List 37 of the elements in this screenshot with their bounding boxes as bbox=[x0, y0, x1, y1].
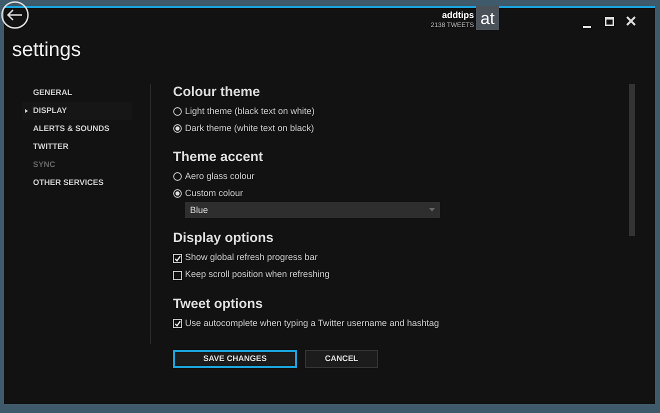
section-heading: Theme accent bbox=[173, 149, 264, 166]
minimize-icon bbox=[583, 26, 591, 28]
page-title: settings bbox=[12, 40, 82, 60]
option-label: Keep scroll position when refreshing bbox=[185, 268, 330, 282]
radio-button[interactable] bbox=[173, 172, 182, 182]
sidebar-item[interactable]: OTHER SERVICES bbox=[22, 174, 132, 192]
cancel-button[interactable]: CANCEL bbox=[305, 350, 378, 368]
radio-button[interactable] bbox=[173, 189, 182, 198]
caret-icon bbox=[429, 208, 435, 212]
sidebar-item[interactable]: DISPLAY bbox=[22, 102, 132, 120]
back-button[interactable] bbox=[0, 0, 30, 30]
avatar: at bbox=[476, 6, 499, 30]
option-label: Use autocomplete when typing a Twitter username and hashtag bbox=[185, 316, 439, 330]
checkbox[interactable] bbox=[173, 254, 182, 263]
option-label: Dark theme (white text on black) bbox=[185, 122, 314, 135]
sidebar-item[interactable]: ALERTS & SOUNDS bbox=[22, 120, 132, 138]
option-label: Show global refresh progress bar bbox=[185, 251, 318, 264]
option-label: Custom colour bbox=[185, 187, 244, 200]
dropdown[interactable]: Blue bbox=[185, 202, 440, 218]
sidebar-item[interactable]: TWITTER bbox=[22, 138, 132, 156]
pointer-icon bbox=[25, 109, 28, 113]
checkbox[interactable] bbox=[173, 318, 182, 328]
account-name: addtips bbox=[440, 11, 474, 20]
option-label: Light theme (black text on white) bbox=[185, 104, 315, 118]
save-button[interactable]: SAVE CHANGES bbox=[173, 350, 297, 368]
maximize-icon bbox=[604, 16, 614, 26]
option-label: Aero glass colour bbox=[185, 170, 255, 184]
section-heading: Colour theme bbox=[173, 84, 262, 100]
radio-button[interactable] bbox=[173, 107, 182, 116]
radio-button[interactable] bbox=[173, 124, 182, 134]
sidebar-item[interactable]: GENERAL bbox=[22, 84, 132, 102]
section-heading: Tweet options bbox=[173, 296, 264, 312]
checkbox[interactable] bbox=[173, 270, 182, 280]
close-icon bbox=[626, 16, 636, 26]
section-heading: Display options bbox=[173, 230, 275, 247]
scrollbar[interactable] bbox=[629, 84, 635, 236]
dropdown-value: Blue bbox=[190, 204, 208, 217]
